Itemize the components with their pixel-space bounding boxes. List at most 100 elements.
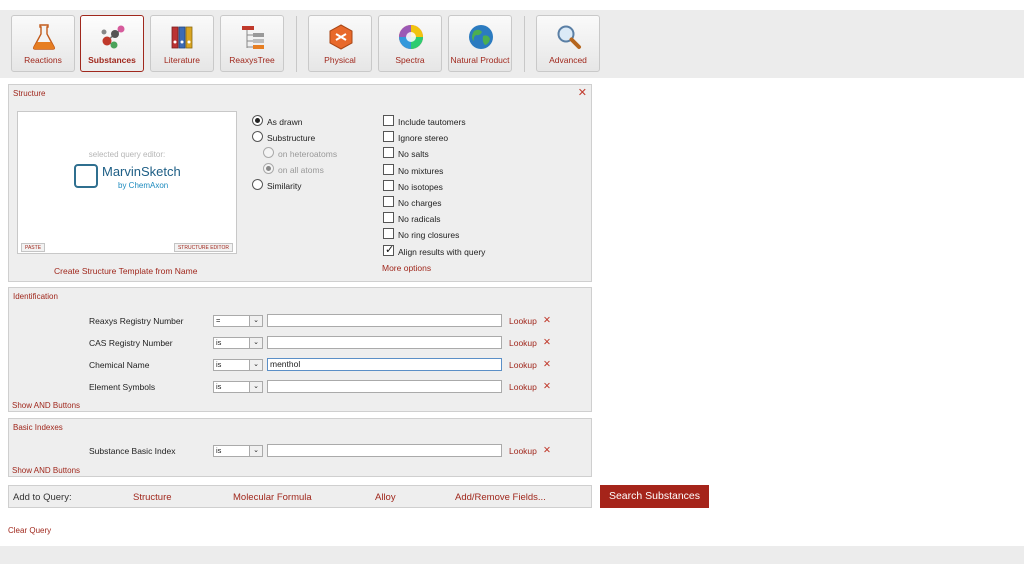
remove-row-icon[interactable]: ✕ (543, 446, 551, 456)
as-drawn-label: As drawn (267, 117, 303, 127)
option-checkbox[interactable] (383, 179, 394, 191)
lookup-link[interactable]: Lookup (509, 360, 537, 370)
lookup-link[interactable]: Lookup (509, 316, 537, 326)
similarity-label: Similarity (267, 181, 302, 191)
tree-icon (242, 26, 264, 49)
add-molecular-formula-link[interactable]: Molecular Formula (233, 492, 312, 503)
option-checkbox[interactable] (383, 115, 394, 126)
substance-basic-index-operator[interactable]: is ⌄ (213, 445, 263, 457)
spectra-tab-button[interactable]: Spectra (378, 15, 442, 72)
chevron-down-icon: ⌄ (249, 338, 262, 348)
tab-label: Advanced (549, 55, 587, 65)
on-heteroatoms-label: on heteroatoms (278, 149, 338, 159)
substances-tab-button[interactable]: Substances (80, 15, 144, 72)
more-options-link[interactable]: More options (382, 263, 431, 273)
chemical-name-label: Chemical Name (89, 360, 150, 370)
reaxystree-tab-button[interactable]: ReaxysTree (220, 15, 284, 72)
physical-tab-button[interactable]: Physical (308, 15, 372, 72)
option-checkbox-label: No salts (398, 149, 429, 160)
option-checkbox-label: No ring closures (398, 230, 460, 241)
remove-row-icon[interactable]: ✕ (543, 316, 551, 326)
toolbar-divider (524, 16, 525, 72)
identification-panel: Identification Reaxys Registry Number = ⌄… (8, 287, 592, 412)
cas-registry-number-label: CAS Registry Number (89, 338, 173, 348)
add-alloy-link[interactable]: Alloy (375, 492, 396, 503)
add-remove-fields-link[interactable]: Add/Remove Fields... (455, 492, 546, 503)
element-symbols-operator[interactable]: is ⌄ (213, 381, 263, 393)
top-strip (0, 0, 1024, 10)
option-checkbox[interactable] (383, 163, 394, 175)
add-structure-link[interactable]: Structure (133, 492, 172, 503)
reaxys-registry-number-operator[interactable]: = ⌄ (213, 315, 263, 327)
remove-row-icon[interactable]: ✕ (543, 338, 551, 348)
lookup-link[interactable]: Lookup (509, 338, 537, 348)
create-template-link[interactable]: Create Structure Template from Name (54, 266, 197, 276)
tab-label: Natural Product (450, 55, 510, 65)
lookup-link[interactable]: Lookup (509, 446, 537, 456)
editor-name: MarvinSketch (102, 164, 181, 179)
option-checkbox[interactable] (383, 131, 394, 143)
close-icon[interactable]: ✕ (578, 86, 587, 99)
substructure-radio[interactable] (252, 131, 263, 142)
substance-basic-index-input[interactable] (267, 444, 502, 457)
on-heteroatoms-radio[interactable] (263, 147, 274, 158)
operator-value: = (216, 316, 221, 325)
reactions-tab-button[interactable]: Reactions (11, 15, 75, 72)
tab-label: Substances (88, 55, 136, 65)
operator-value: is (216, 382, 222, 391)
operator-value: is (216, 446, 222, 455)
element-symbols-label: Element Symbols (89, 382, 156, 392)
physical-icon (329, 24, 353, 50)
option-checkbox-label: No mixtures (398, 165, 444, 176)
tab-label: Spectra (395, 55, 425, 65)
basic-indexes-panel: Basic Indexes Substance Basic Index is ⌄ … (8, 418, 592, 477)
option-checkbox[interactable] (383, 243, 394, 256)
option-checkbox-label: Align results with query (398, 246, 486, 257)
chemical-name-input[interactable]: menthol (267, 358, 502, 371)
toolbar-divider (296, 16, 297, 72)
show-and-buttons-link[interactable]: Show AND Buttons (12, 401, 80, 410)
substance-basic-index-label: Substance Basic Index (89, 446, 176, 456)
search-type-toolbar: Reactions Substances Literature ReaxysTr… (0, 10, 1024, 78)
clear-query-link[interactable]: Clear Query (8, 526, 51, 535)
reaxys-registry-number-input[interactable] (267, 314, 502, 327)
option-checkbox-label: Ignore stereo (398, 133, 449, 144)
element-symbols-input[interactable] (267, 380, 502, 393)
literature-tab-button[interactable]: Literature (150, 15, 214, 72)
advanced-tab-button[interactable]: Advanced (536, 15, 600, 72)
substructure-label: Substructure (267, 133, 316, 143)
structure-editor-button[interactable]: STRUCTURE EDITOR (173, 243, 233, 252)
chemical-name-operator[interactable]: is ⌄ (213, 359, 263, 371)
selected-editor-label: selected query editor: (88, 150, 166, 159)
remove-row-icon[interactable]: ✕ (543, 360, 551, 370)
cas-registry-number-operator[interactable]: is ⌄ (213, 337, 263, 349)
binders-icon (171, 26, 193, 49)
globe-icon (469, 25, 493, 49)
option-checkbox-label: Include tautomers (398, 117, 466, 127)
identification-panel-title: Identification (13, 292, 58, 301)
as-drawn-radio[interactable] (252, 115, 263, 126)
option-checkbox[interactable] (383, 147, 394, 159)
tab-label: Reactions (24, 55, 62, 65)
tab-label: Literature (164, 55, 200, 65)
reaxys-registry-number-label: Reaxys Registry Number (89, 316, 184, 326)
natural-product-tab-button[interactable]: Natural Product (448, 15, 512, 72)
similarity-radio[interactable] (252, 179, 263, 190)
option-checkbox[interactable] (383, 196, 394, 207)
basic-indexes-panel-title: Basic Indexes (13, 423, 63, 432)
add-to-query-bar: Add to Query: Structure Molecular Formul… (8, 485, 592, 508)
structure-editor-canvas[interactable]: selected query editor: MarvinSketch by C… (17, 111, 237, 254)
lookup-link[interactable]: Lookup (509, 382, 537, 392)
paste-button[interactable]: PASTE (21, 243, 46, 252)
option-checkbox[interactable] (383, 212, 394, 224)
remove-row-icon[interactable]: ✕ (543, 382, 551, 392)
cas-registry-number-input[interactable] (267, 336, 502, 349)
chevron-down-icon: ⌄ (249, 360, 262, 370)
option-checkbox-label: No isotopes (398, 181, 443, 192)
on-all-atoms-radio[interactable] (263, 163, 274, 174)
option-checkbox-label: No radicals (398, 214, 441, 225)
magnifier-icon (557, 25, 581, 49)
option-checkbox[interactable] (383, 228, 394, 240)
search-substances-button[interactable]: Search Substances (600, 485, 709, 508)
show-and-buttons-link[interactable]: Show AND Buttons (12, 466, 80, 475)
